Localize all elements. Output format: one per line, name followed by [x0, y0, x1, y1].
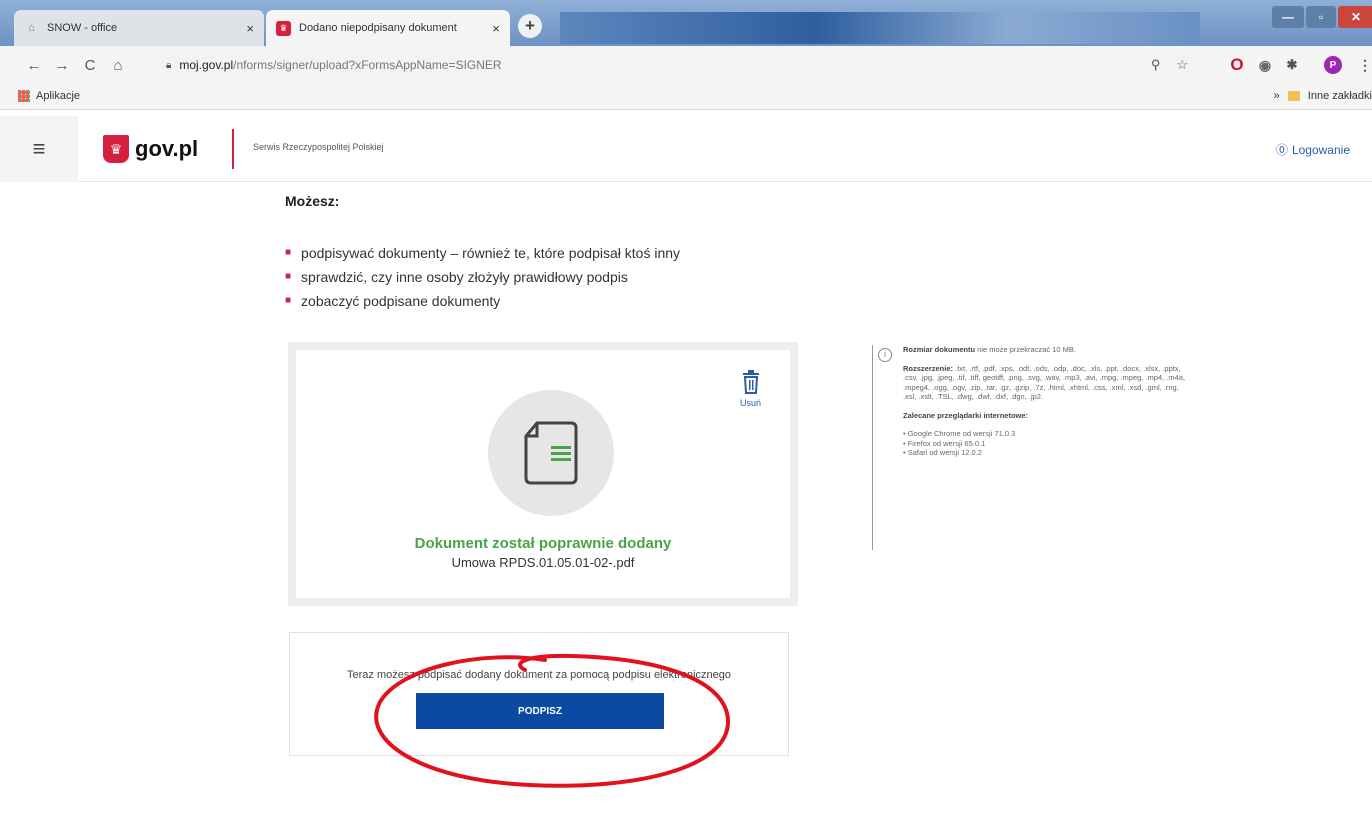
list-item: ■ sprawdzić, czy inne osoby złożyły prawi…	[285, 265, 680, 289]
govpl-logo[interactable]: ♛ gov.pl	[103, 135, 198, 163]
zoom-icon[interactable]: ⚲	[1151, 57, 1161, 73]
header-divider	[232, 129, 234, 169]
sign-button[interactable]: PODPISZ	[416, 693, 664, 729]
home-icon[interactable]: ⌂	[106, 53, 130, 77]
list-item: • Firefox od wersji 65.0.1	[903, 438, 986, 448]
bullet-icon: ■	[285, 271, 292, 282]
omnibox-actions: ⚲ ☆	[1151, 57, 1188, 73]
tab-title: SNOW - office	[47, 22, 118, 34]
list-item: ■ podpisywać dokumenty – również te, któr…	[285, 241, 680, 265]
list-item: • Safari od wersji 12.0.2	[903, 448, 982, 457]
size-text: nie może przekraczać 10 MB.	[977, 345, 1076, 354]
uploaded-document-card: Usuń Dokument został poprawnie dodany Um…	[288, 342, 798, 606]
browser-tab-strip: ⌂ SNOW - office × ♛ Dodano niepodpisany …	[0, 0, 1372, 46]
apps-shortcut[interactable]: Aplikacje	[18, 90, 80, 102]
back-arrow-icon[interactable]: ←	[22, 53, 46, 77]
browser-menu-icon[interactable]: ⋮	[1356, 56, 1372, 74]
window-close-button[interactable]: ✕	[1338, 6, 1372, 28]
folder-icon	[1287, 91, 1300, 101]
document-icon	[524, 421, 578, 485]
window-maximize-button[interactable]: ▫	[1306, 6, 1336, 28]
uploaded-filename: Umowa RPDS.01.05.01-02-.pdf	[451, 555, 635, 570]
size-label: Rozmiar dokumentu	[903, 345, 976, 354]
bookmark-star-icon[interactable]: ☆	[1176, 57, 1188, 73]
window-minimize-button[interactable]: —	[1272, 6, 1304, 28]
profile-avatar[interactable]: P	[1324, 56, 1342, 74]
reload-icon[interactable]: C	[78, 53, 102, 77]
menu-hamburger-icon[interactable]: ≡	[0, 116, 78, 182]
capabilities-list: ■ podpisywać dokumenty – również te, któr…	[285, 241, 680, 313]
extensions-label: Rozszerzenie:	[903, 363, 954, 373]
tab-title: Dodano niepodpisany dokument	[299, 22, 457, 34]
browsers-list: • Google Chrome od wersji 71.0.3 • Firef…	[903, 429, 1192, 458]
page-title: Możesz:	[285, 193, 340, 209]
shield-extension-icon[interactable]: ◉	[1256, 56, 1274, 74]
site-header: ≡ ♛ gov.pl Serwis Rzeczypospolitej Polsk…	[0, 116, 1372, 182]
snow-favicon-icon: ⌂	[28, 22, 35, 34]
trash-icon	[742, 370, 759, 394]
new-tab-button[interactable]: +	[518, 14, 542, 38]
apps-grid-icon	[18, 90, 30, 102]
user-icon: ⓪	[1275, 143, 1288, 157]
list-item: ■ zobaczyć podpisane dokumenty	[285, 289, 680, 313]
other-bookmarks-label: Inne zakładki	[1307, 90, 1372, 102]
list-item-text: sprawdzić, czy inne osoby złożyły prawid…	[301, 269, 628, 285]
browsers-info: Zalecane przeglądarki internetowe:	[903, 411, 1192, 421]
eagle-emblem-icon: ♛	[103, 135, 129, 163]
bullet-icon: ■	[285, 247, 292, 258]
tab-snow-office[interactable]: ⌂ SNOW - office ×	[14, 10, 264, 46]
forward-arrow-icon[interactable]: →	[50, 53, 74, 77]
logo-text: gov.pl	[135, 136, 199, 161]
browser-toolbar: ← → C ⌂ 🔒︎ moj.gov.pl/nforms/signer/uplo…	[0, 46, 1372, 84]
govpl-favicon-icon: ♛	[276, 20, 291, 36]
info-icon: i	[878, 348, 892, 362]
url-host: moj.gov.pl	[179, 58, 234, 72]
extensions-info: Rozszerzenie: .txt, .rtf, .pdf, .xps, .o…	[903, 364, 1192, 402]
list-item-text: podpisywać dokumenty – również te, które…	[301, 245, 681, 261]
sign-instruction: Teraz możesz podpisać dodany dokument za…	[346, 669, 731, 681]
login-label: Logowanie	[1291, 142, 1350, 157]
upload-success-title: Dokument został poprawnie dodany	[414, 535, 672, 552]
tab-dodano-dokument[interactable]: ♛ Dodano niepodpisany dokument ×	[266, 10, 510, 46]
list-item-text: zobaczyć podpisane dokumenty	[301, 293, 501, 309]
uploaded-document-inner: Usuń Dokument został poprawnie dodany Um…	[296, 350, 790, 598]
browsers-label: Zalecane przeglądarki internetowe:	[903, 410, 1029, 420]
url-path: /nforms/signer/upload?xFormsAppName=SIGN…	[233, 58, 502, 72]
bullet-icon: ■	[285, 295, 292, 306]
tab-close-icon[interactable]: ×	[492, 21, 500, 36]
desktop-background	[560, 12, 1200, 44]
list-item: • Google Chrome od wersji 71.0.3	[903, 429, 1016, 438]
bookmarks-bar: Aplikacje » Inne zakładki	[0, 84, 1372, 110]
opera-extension-icon[interactable]: O	[1228, 55, 1246, 74]
sign-section: Teraz możesz podpisać dodany dokument za…	[289, 632, 789, 756]
size-info: Rozmiar dokumentu nie może przekraczać 1…	[903, 345, 1192, 355]
other-bookmarks[interactable]: » Inne zakładki	[1274, 90, 1372, 102]
tab-close-icon[interactable]: ×	[246, 21, 254, 36]
lock-icon[interactable]: 🔒︎	[166, 60, 171, 71]
extensions-puzzle-icon[interactable]: ✱	[1283, 56, 1301, 74]
login-link[interactable]: ⓪ Logowanie	[1276, 141, 1350, 158]
apps-label: Aplikacje	[36, 90, 81, 102]
delete-document-button[interactable]: Usuń	[740, 370, 761, 408]
upload-requirements-info: i Rozmiar dokumentu nie może przekraczać…	[872, 345, 1192, 550]
address-bar[interactable]: 🔒︎ moj.gov.pl/nforms/signer/upload?xForm…	[152, 51, 1200, 79]
delete-label: Usuń	[740, 398, 762, 408]
site-tagline: Serwis Rzeczypospolitej Polskiej	[253, 142, 384, 152]
bookmarks-overflow-icon[interactable]: »	[1274, 90, 1280, 102]
